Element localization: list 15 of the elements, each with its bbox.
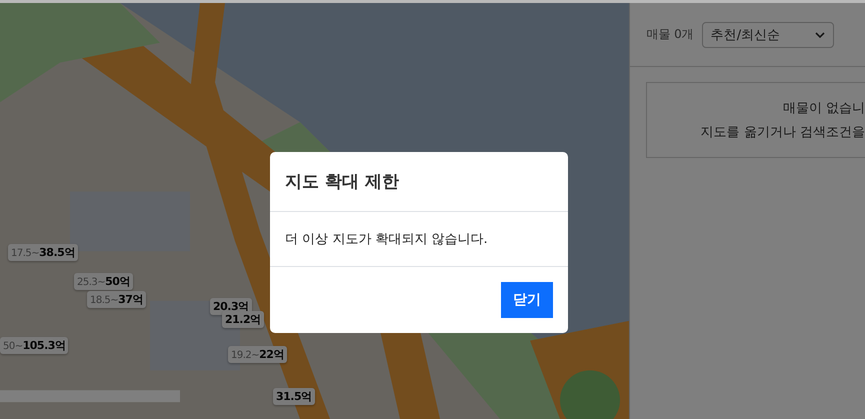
price-marker[interactable]: 17.5~38.5억	[8, 244, 78, 261]
dialog-message: 더 이상 지도가 확대되지 않습니다.	[270, 212, 568, 267]
empty-message: 지도를 옮기거나 검색조건을	[700, 124, 865, 141]
price-marker[interactable]: 18.5~37억	[87, 291, 146, 308]
chevron-down-icon	[814, 32, 825, 38]
sort-dropdown[interactable]: 추천/최신순	[702, 22, 834, 48]
price-marker[interactable]: 21.2억	[222, 311, 264, 328]
price-marker[interactable]: 50~105.3억	[0, 337, 68, 354]
close-button[interactable]: 닫기	[501, 282, 553, 318]
empty-message: 매물이 없습니	[782, 100, 865, 117]
price-marker[interactable]: 31.5억	[273, 388, 315, 405]
price-marker[interactable]: 19.2~22억	[228, 346, 287, 363]
price-marker[interactable]: 25.3~50억	[74, 273, 133, 290]
listing-count: 매물 0개	[646, 26, 694, 43]
dialog-title: 지도 확대 제한	[270, 152, 568, 212]
